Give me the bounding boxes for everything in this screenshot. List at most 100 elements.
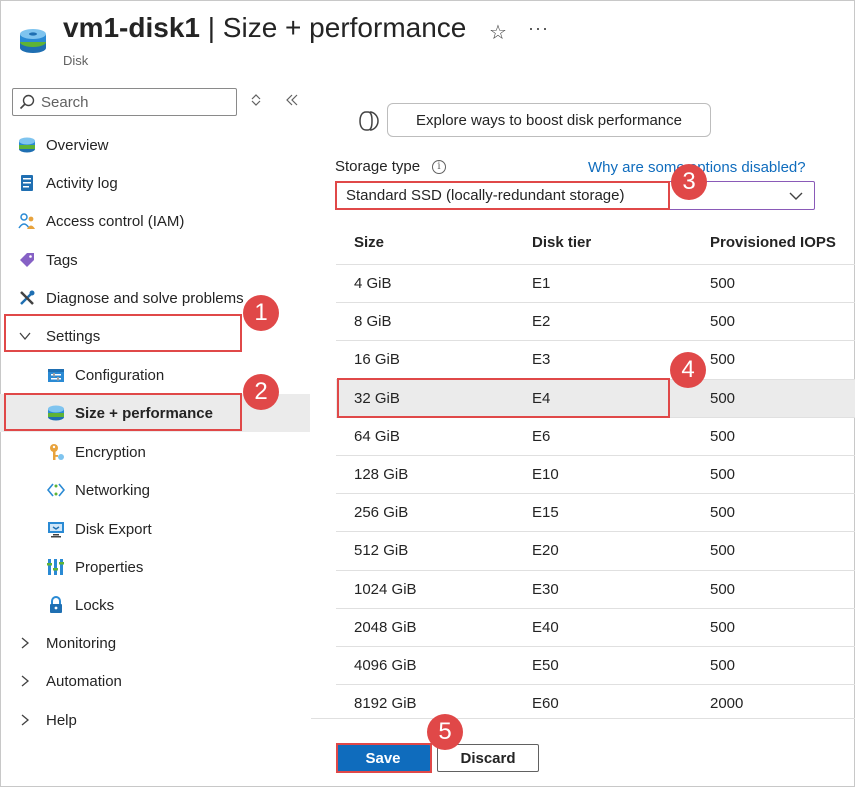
export-icon (48, 522, 64, 538)
sidebar-item-label: Automation (46, 672, 122, 690)
sidebar-item-label: Configuration (75, 366, 165, 384)
sidebar-item-encryption[interactable]: Encryption (0, 433, 310, 471)
callout-badge: 4 (670, 352, 706, 388)
cell-size: 64 GiB (354, 428, 400, 445)
table-row[interactable]: 256 GiB E15 500 (336, 493, 855, 531)
sidebar-item-disk-export[interactable]: Disk Export (0, 510, 310, 548)
sidebar-item-label: Help (46, 711, 77, 729)
cell-disk-tier: E30 (532, 581, 559, 598)
search-input[interactable] (41, 93, 221, 111)
cell-disk-tier: E15 (532, 504, 559, 521)
sidebar-item-monitoring[interactable]: Monitoring (0, 624, 310, 662)
sidebar-item-locks[interactable]: Locks (0, 586, 310, 624)
cell-disk-tier: E50 (532, 657, 559, 674)
table-row[interactable]: 512 GiB E20 500 (336, 531, 855, 569)
table-row[interactable]: 128 GiB E10 500 (336, 455, 855, 493)
cell-size: 4 GiB (354, 275, 392, 292)
table-row[interactable]: 32 GiB E4 500 (336, 379, 855, 417)
sidebar-item-label: Access control (IAM) (46, 212, 185, 230)
properties-icon (47, 559, 64, 575)
column-header-iops[interactable]: Provisioned IOPS (710, 234, 836, 251)
cell-size: 16 GiB (354, 351, 400, 368)
cell-disk-tier: E10 (532, 466, 559, 483)
sidebar-item-label: Diagnose and solve problems (46, 289, 244, 307)
cell-iops: 500 (710, 351, 736, 368)
callout-badge: 3 (671, 164, 707, 200)
sidebar-item-label: Networking (75, 481, 151, 499)
blade-title: | Size + performance (199, 12, 467, 43)
sidebar-item-help[interactable]: Help (0, 701, 310, 739)
table-row[interactable]: 8 GiB E2 500 (336, 302, 855, 340)
wrench-icon (20, 290, 35, 305)
favorite-star-icon[interactable]: ☆ (489, 20, 507, 45)
cell-iops: 500 (710, 542, 736, 559)
column-header-size[interactable]: Size (354, 234, 384, 251)
sidebar-item-label: Monitoring (46, 634, 117, 652)
sidebar-item-label: Size + performance (75, 404, 213, 422)
table-row[interactable]: 4 GiB E1 500 (336, 264, 855, 302)
resource-name: vm1-disk1 (63, 12, 200, 43)
table-row[interactable]: 16 GiB E3 500 (336, 340, 855, 378)
lock-icon (50, 596, 62, 613)
activity-log-icon (21, 175, 33, 191)
cell-iops: 500 (710, 275, 736, 292)
storage-type-label: Storage type (335, 158, 421, 175)
more-options-icon[interactable]: ··· (528, 18, 549, 39)
sidebar-item-label: Disk Export (75, 520, 152, 538)
sidebar-item-properties[interactable]: Properties (0, 548, 310, 586)
sidebar-item-networking[interactable]: Networking (0, 471, 310, 509)
configuration-icon (48, 369, 64, 382)
sidebar-item-label: Locks (75, 596, 115, 614)
cell-iops: 500 (710, 619, 736, 636)
collapse-sidebar-icon[interactable] (285, 93, 299, 107)
callout-badge: 2 (243, 374, 279, 410)
sidebar-item-label: Properties (75, 558, 144, 576)
sidebar-item-label: Tags (46, 251, 78, 269)
sidebar-item-activity-log[interactable]: Activity log (0, 164, 310, 202)
explore-performance-button[interactable]: Explore ways to boost disk performance (387, 103, 711, 137)
chevron-right-icon (21, 637, 30, 649)
sidebar-item-label: Activity log (46, 174, 118, 192)
table-row[interactable]: 4096 GiB E50 500 (336, 646, 855, 684)
search-icon (19, 94, 35, 110)
sidebar-item-access-control[interactable]: Access control (IAM) (0, 202, 310, 240)
cell-size: 32 GiB (354, 390, 400, 407)
cell-disk-tier: E1 (532, 275, 551, 292)
disk-icon (19, 137, 35, 153)
sidebar-item-overview[interactable]: Overview (0, 126, 310, 164)
table-row[interactable]: 1024 GiB E30 500 (336, 570, 855, 608)
info-icon[interactable]: i (432, 160, 446, 174)
cell-size: 1024 GiB (354, 581, 417, 598)
chevron-right-icon (21, 714, 30, 726)
storage-type-value: Standard SSD (locally-redundant storage) (346, 187, 625, 204)
callout-badge: 5 (427, 714, 463, 750)
table-row[interactable]: 2048 GiB E40 500 (336, 608, 855, 646)
save-button[interactable]: Save (336, 744, 430, 772)
sidebar-item-label: Overview (46, 136, 109, 154)
cell-size: 512 GiB (354, 542, 409, 559)
disk-icon (48, 405, 64, 421)
cell-disk-tier: E2 (532, 313, 551, 330)
people-icon (18, 213, 35, 229)
chevron-right-icon (21, 675, 30, 687)
table-row[interactable]: 64 GiB E6 500 (336, 417, 855, 455)
chevron-down-icon (19, 332, 31, 341)
table-row[interactable]: 8192 GiB E60 2000 (336, 684, 855, 722)
cell-iops: 500 (710, 466, 736, 483)
copilot-icon (359, 111, 379, 131)
cell-iops: 500 (710, 581, 736, 598)
tag-icon (20, 253, 34, 267)
resource-type: Disk (63, 53, 89, 68)
column-header-disk-tier[interactable]: Disk tier (532, 234, 591, 251)
cell-iops: 500 (710, 390, 736, 407)
storage-type-dropdown[interactable]: Standard SSD (locally-redundant storage) (335, 181, 815, 210)
sidebar-item-label: Settings (46, 327, 101, 345)
cell-size: 8 GiB (354, 313, 392, 330)
sidebar-item-automation[interactable]: Automation (0, 662, 310, 700)
sidebar-item-tags[interactable]: Tags (0, 241, 310, 279)
search-box[interactable] (12, 88, 237, 116)
cell-disk-tier: E3 (532, 351, 551, 368)
cell-iops: 2000 (710, 695, 744, 712)
expand-collapse-icon[interactable] (250, 93, 262, 107)
cell-disk-tier: E60 (532, 695, 559, 712)
